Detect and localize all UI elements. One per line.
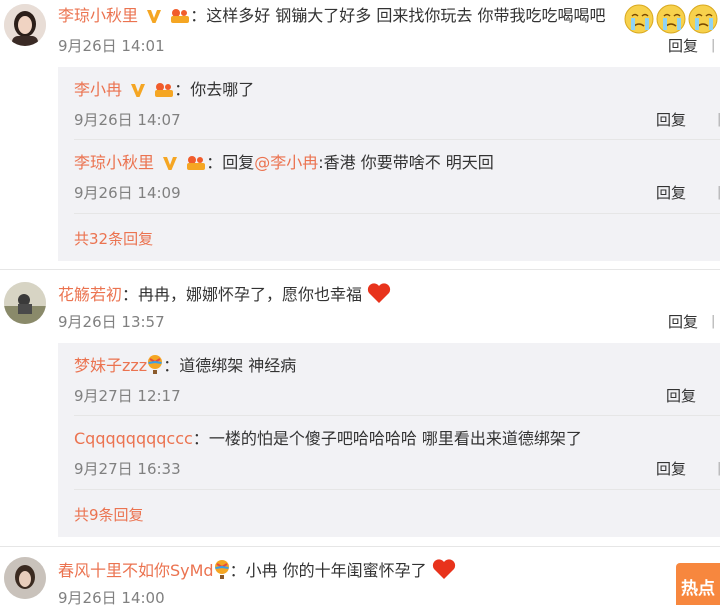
action-divider: |	[711, 38, 716, 53]
reply-thread: 李小冉 ：你去哪了 9月26日 14:07 回复 | 李琼小秋里 ：回复@李小冉…	[58, 67, 720, 261]
reply-body: 李小冉 ：你去哪了	[74, 79, 254, 104]
reply-item: Cqqqqqqqqccc：一楼的怕是个傻子吧哈哈哈哈 哪里看出来道德绑架了 9月…	[74, 416, 720, 486]
username-link[interactable]: 梦妹子zzz	[74, 356, 147, 375]
reply-thread: 梦妹子zzz ：道德绑架 神经病 9月27日 12:17 回复 Cqqqqqqqq…	[58, 343, 720, 537]
level-badge-icon	[170, 8, 190, 30]
reply-text: ：道德绑架 神经病	[163, 356, 297, 375]
comment-text: ：冉冉，娜娜怀孕了，愿你也幸福	[122, 285, 363, 304]
reply-button[interactable]: 回复	[666, 386, 696, 406]
hot-topics-button[interactable]: 热点	[676, 563, 720, 605]
comment-text: ：小冉 你的十年闺蜜怀孕了	[229, 561, 427, 580]
reply-text: :香港 你要带啥不 明天回	[318, 153, 494, 172]
avatar[interactable]	[4, 282, 46, 324]
more-replies-link[interactable]: 共32条回复	[74, 228, 153, 249]
mention-link[interactable]: @李小冉	[254, 153, 318, 172]
comment-time: 9月26日 14:00	[58, 589, 165, 607]
heart-icon	[432, 558, 456, 586]
comment-text: ：这样多好 钢镚大了好多 回来找你玩去 你带我吃吃喝喝吧	[190, 6, 606, 25]
reply-button[interactable]: 回复	[656, 110, 686, 130]
reply-text: ：一楼的怕是个傻子吧哈哈哈哈 哪里看出来道德绑架了	[192, 429, 582, 448]
reply-time: 9月26日 14:07	[74, 111, 181, 129]
comment-body: 李琼小秋里 ：这样多好 钢镚大了好多 回来找你玩去 你带我吃吃喝喝吧	[58, 5, 605, 30]
balloon-icon	[214, 560, 230, 586]
username-link[interactable]: 春风十里不如你SyMd	[58, 561, 214, 580]
reply-button[interactable]: 回复	[668, 36, 698, 56]
comment-time: 9月26日 13:57	[58, 313, 165, 331]
comment-time: 9月26日 14:01	[58, 37, 165, 55]
reply-button[interactable]: 回复	[656, 459, 686, 479]
reply-button[interactable]: 回复	[656, 183, 686, 203]
comment-body: 春风十里不如你SyMd ：小冉 你的十年闺蜜怀孕了	[58, 558, 456, 586]
reply-time: 9月26日 14:09	[74, 184, 181, 202]
username-link[interactable]: 花觞若初	[58, 285, 122, 304]
verified-v-icon	[146, 8, 162, 30]
reply-body: 梦妹子zzz ：道德绑架 神经病	[74, 355, 296, 381]
reply-time: 9月27日 16:33	[74, 460, 181, 478]
reply-button[interactable]: 回复	[668, 312, 698, 332]
username-link[interactable]: 李琼小秋里	[58, 6, 138, 25]
username-link[interactable]: 李琼小秋里	[74, 153, 154, 172]
balloon-icon	[147, 355, 163, 381]
reply-item: 李小冉 ：你去哪了 9月26日 14:07 回复 |	[74, 67, 720, 137]
reply-body: Cqqqqqqqqccc：一楼的怕是个傻子吧哈哈哈哈 哪里看出来道德绑架了	[74, 428, 582, 450]
heart-icon	[367, 282, 391, 310]
reply-prefix: ：回复	[206, 153, 255, 172]
verified-v-icon	[130, 82, 146, 104]
username-link[interactable]: Cqqqqqqqqccc	[74, 429, 193, 448]
crying-face-icon	[624, 4, 718, 34]
reply-item: 李琼小秋里 ：回复@李小冉:香港 你要带啥不 明天回 9月26日 14:09 回…	[74, 140, 720, 210]
emoji-group	[624, 4, 720, 38]
divider	[74, 489, 720, 490]
verified-v-icon	[162, 155, 178, 177]
reply-body: 李琼小秋里 ：回复@李小冉:香港 你要带啥不 明天回	[74, 152, 494, 177]
avatar[interactable]	[4, 557, 46, 599]
avatar[interactable]	[4, 4, 46, 46]
reply-time: 9月27日 12:17	[74, 387, 181, 405]
reply-text: ：你去哪了	[174, 80, 255, 99]
more-replies-link[interactable]: 共9条回复	[74, 504, 144, 525]
action-divider: |	[711, 314, 716, 329]
divider	[74, 213, 720, 214]
comment-divider	[0, 546, 720, 547]
reply-item: 梦妹子zzz ：道德绑架 神经病 9月27日 12:17 回复	[74, 343, 714, 413]
comment-body: 花觞若初：冉冉，娜娜怀孕了，愿你也幸福	[58, 282, 391, 310]
username-link[interactable]: 李小冉	[74, 80, 122, 99]
level-badge-icon	[154, 82, 174, 104]
level-badge-icon	[186, 155, 206, 177]
comment-divider	[0, 269, 720, 270]
